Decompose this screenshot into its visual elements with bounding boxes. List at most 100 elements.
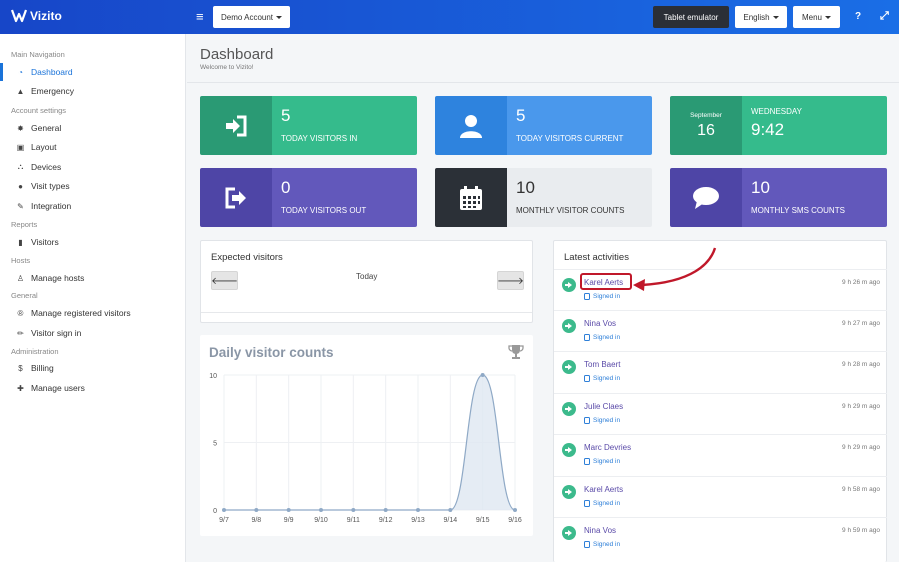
activity-status: Signed in <box>584 334 620 341</box>
activity-visitor-name-link[interactable]: Marc Devries <box>584 443 631 452</box>
gear-icon: ✸ <box>17 123 24 133</box>
date-box: September 16 <box>670 96 742 155</box>
hamburger-menu-icon[interactable]: ≡ <box>196 10 204 23</box>
sidebar-item-label: Dashboard <box>31 67 73 77</box>
sidebar-item-layout[interactable]: ▣ Layout <box>0 138 186 156</box>
chart-data-point <box>351 508 356 512</box>
tile-label: MONTHLY VISITOR COUNTS <box>516 206 625 215</box>
language-dropdown-button[interactable]: English <box>735 6 787 28</box>
activity-status-label: Signed in <box>593 500 621 507</box>
activity-status: Signed in <box>584 293 620 300</box>
chart-x-tick-label: 9/10 <box>314 517 328 524</box>
activity-visitor-name-link[interactable]: Julie Claes <box>584 402 623 411</box>
sidebar-item-label: Manage hosts <box>31 273 85 283</box>
sidebar-section-general: General <box>11 291 38 300</box>
tile-label: TODAY VISITORS CURRENT <box>516 134 624 143</box>
sidebar-item-manage-registered-visitors[interactable]: ® Manage registered visitors <box>0 304 186 322</box>
activity-row: Nina Vos Signed in 9 h 59 m ago <box>554 517 887 558</box>
expected-visitors-title: Expected visitors <box>211 252 283 263</box>
chart-y-tick-label: 5 <box>213 441 217 448</box>
tile-today-visitors-current: 5 TODAY VISITORS CURRENT <box>435 96 652 155</box>
sidebar-item-label: General <box>31 123 62 133</box>
sidebar-item-visitors[interactable]: ▮ Visitors <box>0 233 186 251</box>
sign-in-icon <box>562 526 576 540</box>
sidebar-item-manage-users[interactable]: ✚ Manage users <box>0 379 186 397</box>
activity-status: Signed in <box>584 458 620 465</box>
tile-value: 10 <box>516 178 535 197</box>
activity-row: Tom Baert Signed in 9 h 28 m ago <box>554 351 887 392</box>
activity-visitor-name-link[interactable]: Nina Vos <box>584 319 616 328</box>
plug-icon: ✎ <box>17 201 24 211</box>
arrow-left-icon: 🡐 <box>211 275 238 287</box>
sidebar-item-visit-types[interactable]: ● Visit types <box>0 177 186 195</box>
tile-value: 5 <box>281 106 291 125</box>
chart-data-point <box>319 508 323 512</box>
sitemap-icon: ⛬ <box>17 162 24 171</box>
previous-day-button[interactable]: 🡐 <box>211 271 238 290</box>
chart-x-tick-label: 9/7 <box>219 517 229 524</box>
sidebar-item-devices[interactable]: ⛬ Devices <box>0 158 186 176</box>
sidebar-item-billing[interactable]: $ Billing <box>0 359 186 377</box>
activity-status-label: Signed in <box>593 334 621 341</box>
registered-icon: ® <box>17 308 24 318</box>
pencil-icon: ✏ <box>17 328 24 338</box>
chart-data-point <box>448 508 453 512</box>
menu-dropdown-button[interactable]: Menu <box>793 6 840 28</box>
sidebar-item-dashboard[interactable]: ◔ Dashboard <box>0 63 186 81</box>
sidebar-item-general[interactable]: ✸ General <box>0 119 186 137</box>
account-dropdown-button[interactable]: Demo Account <box>213 6 290 28</box>
activity-row: Julie Claes Signed in 9 h 29 m ago <box>554 393 887 434</box>
chart-data-point <box>513 508 517 512</box>
top-navbar: Vizito ≡ Demo Account Tablet emulator En… <box>0 0 899 34</box>
tablet-icon <box>584 417 590 424</box>
next-day-button[interactable]: 🡒 <box>497 271 524 290</box>
sidebar-section-main-navigation: Main Navigation <box>11 50 65 59</box>
activity-visitor-name-link[interactable]: Nina Vos <box>584 526 616 535</box>
sidebar-item-label: Manage users <box>31 383 85 393</box>
sidebar: Main Navigation ◔ Dashboard ▲ Emergency … <box>0 34 186 562</box>
activity-time: 9 h 28 m ago <box>842 361 880 368</box>
activity-status: Signed in <box>584 541 620 548</box>
calendar-icon <box>435 168 507 227</box>
sidebar-item-label: Manage registered visitors <box>31 308 131 318</box>
sign-in-icon <box>562 278 576 292</box>
panel-footer-divider <box>201 312 532 313</box>
tablet-icon <box>584 334 590 341</box>
activity-visitor-name-link[interactable]: Tom Baert <box>584 360 620 369</box>
tile-value: 5 <box>516 106 526 125</box>
sidebar-item-emergency[interactable]: ▲ Emergency <box>0 82 186 100</box>
help-icon[interactable]: ? <box>855 11 861 22</box>
comment-icon <box>670 168 742 227</box>
image-icon: ▣ <box>16 142 25 152</box>
tablet-icon <box>584 500 590 507</box>
sign-in-icon <box>562 402 576 416</box>
users-icon: ● <box>18 181 23 191</box>
vizito-logo-icon <box>11 9 27 23</box>
user-icon <box>435 96 507 155</box>
sidebar-item-manage-hosts[interactable]: ♙ Manage hosts <box>0 269 186 287</box>
tile-value: 0 <box>281 178 291 197</box>
chart-x-tick-label: 9/9 <box>284 517 294 524</box>
sidebar-item-visitor-sign-in[interactable]: ✏ Visitor sign in <box>0 324 186 342</box>
activity-row: Nina Vos Signed in 9 h 27 m ago <box>554 310 887 351</box>
activity-status-label: Signed in <box>593 293 621 300</box>
sign-in-icon <box>562 443 576 457</box>
account-dropdown-label: Demo Account <box>220 12 274 22</box>
tile-value: 10 <box>751 178 770 197</box>
tablet-icon <box>584 458 590 465</box>
chart-data-point <box>416 508 420 512</box>
language-label: English <box>743 12 770 22</box>
sidebar-item-label: Devices <box>31 162 62 172</box>
activity-visitor-name-link[interactable]: Karel Aerts <box>584 485 623 494</box>
activity-visitor-name-link[interactable]: Karel Aerts <box>584 278 623 287</box>
activity-status-label: Signed in <box>593 375 621 382</box>
brand-name: Vizito <box>30 9 62 23</box>
tablet-icon <box>584 375 590 382</box>
tablet-emulator-button[interactable]: Tablet emulator <box>653 6 729 28</box>
vizito-logo[interactable]: Vizito <box>11 9 62 23</box>
activity-row: Marc Devries Signed in 9 h 29 m ago <box>554 434 887 475</box>
fullscreen-icon[interactable]: ⤢ <box>880 10 889 23</box>
activity-time: 9 h 27 m ago <box>842 320 880 327</box>
chart-x-tick-label: 9/15 <box>476 517 490 524</box>
sidebar-item-integration[interactable]: ✎ Integration <box>0 197 186 215</box>
